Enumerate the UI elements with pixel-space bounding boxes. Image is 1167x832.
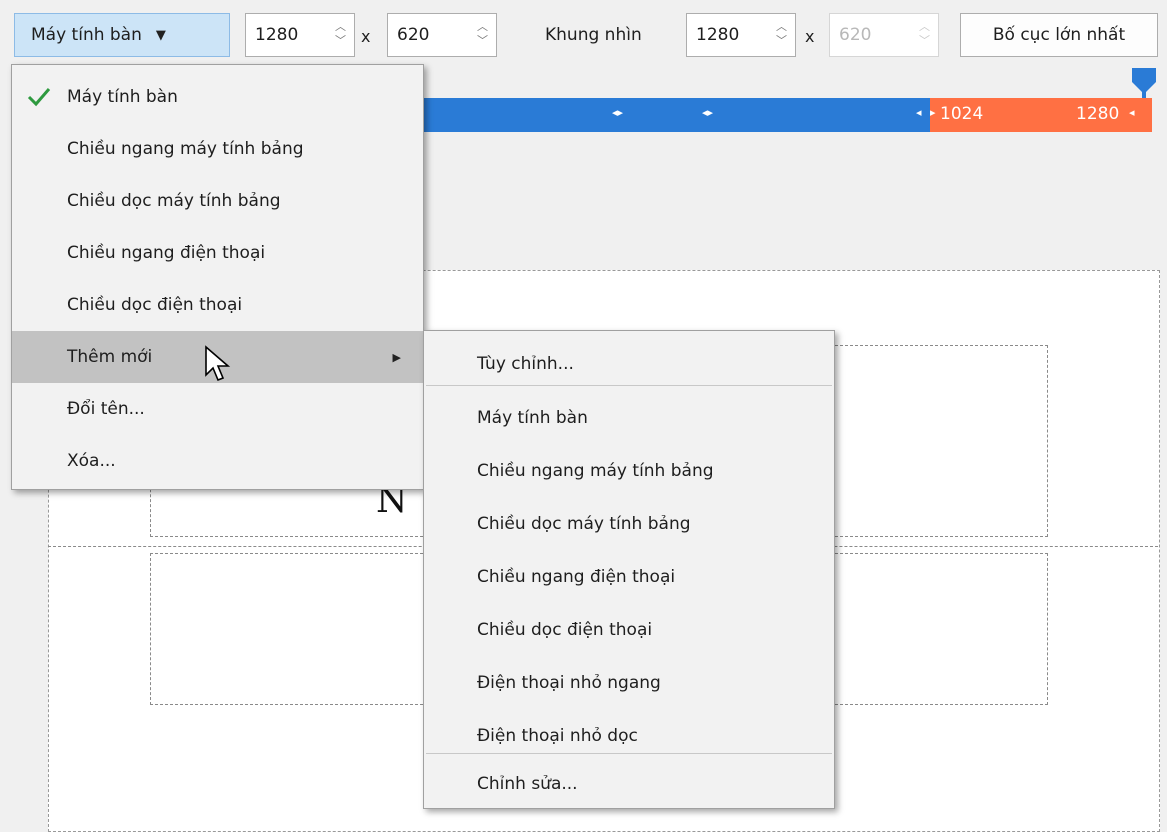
x-separator: x <box>805 27 815 46</box>
submenu-item-phone-portrait[interactable]: Chiều dọc điện thoại <box>424 603 834 656</box>
breakpoint-marker-icon[interactable]: ◂▸ <box>702 106 713 119</box>
spin-up-icon: ︿ <box>919 20 930 33</box>
viewport-handle-icon[interactable] <box>1130 68 1158 98</box>
width-value: 1280 <box>255 25 299 45</box>
device-preset-dropdown[interactable]: Máy tính bàn ▼ <box>14 13 230 57</box>
menu-item-label: Chiều ngang máy tính bảng <box>67 139 304 159</box>
spin-up-icon[interactable]: ︿ <box>477 20 488 34</box>
submenu-item-desktop[interactable]: Máy tính bàn <box>424 391 834 444</box>
menu-item-delete[interactable]: Xóa... <box>12 435 423 487</box>
spin-down-icon: ﹀ <box>919 34 930 47</box>
viewport-width-value: 1280 <box>696 25 740 45</box>
device-dropdown-label: Máy tính bàn <box>31 25 142 45</box>
largest-layout-label: Bố cục lớn nhất <box>992 25 1126 45</box>
submenu-item-small-phone-portrait[interactable]: Điện thoại nhỏ dọc <box>424 709 834 762</box>
breakpoint-end-label: 1280 <box>1076 104 1120 124</box>
largest-layout-button[interactable]: Bố cục lớn nhất <box>960 13 1158 57</box>
width-input[interactable]: 1280 ︿ ﹀ <box>245 13 355 57</box>
breakpoint-marker-icon[interactable]: ◂ <box>916 106 922 119</box>
menu-item-label: Máy tính bàn <box>67 87 178 107</box>
checkmark-icon <box>27 88 51 107</box>
width-spinner[interactable]: ︿ ﹀ <box>335 20 346 48</box>
submenu-item-label: Chiều dọc điện thoại <box>477 619 653 640</box>
menu-item-desktop[interactable]: Máy tính bàn <box>12 71 423 123</box>
breakpoint-ruler-desktop[interactable] <box>415 98 930 132</box>
menu-item-label: Thêm mới <box>67 347 153 367</box>
menu-item-phone-landscape[interactable]: Chiều ngang điện thoại <box>12 227 423 279</box>
breakpoint-marker-icon[interactable]: ◂▸ <box>612 106 623 119</box>
menu-item-tablet-portrait[interactable]: Chiều dọc máy tính bảng <box>12 175 423 227</box>
menu-separator <box>426 753 832 754</box>
menu-item-label: Chiều dọc máy tính bảng <box>67 191 281 211</box>
submenu-item-label: Chiều ngang máy tính bảng <box>477 460 714 481</box>
breakpoint-start-label: 1024 <box>940 104 984 124</box>
spin-down-icon[interactable]: ﹀ <box>335 34 346 48</box>
spin-up-icon[interactable]: ︿ <box>335 20 346 34</box>
viewport-width-input[interactable]: 1280 ︿ ﹀ <box>686 13 796 57</box>
menu-item-phone-portrait[interactable]: Chiều dọc điện thoại <box>12 279 423 331</box>
breakpoint-marker-icon[interactable]: ◂ <box>1129 106 1135 119</box>
submenu-item-label: Điện thoại nhỏ dọc <box>477 725 638 746</box>
spin-down-icon[interactable]: ﹀ <box>477 34 488 48</box>
height-value: 620 <box>397 25 430 45</box>
menu-separator <box>426 385 832 386</box>
breakpoint-ruler-range[interactable]: ▸ 1024 1280 ◂ <box>930 98 1152 132</box>
viewport-label: Khung nhìn <box>545 25 642 45</box>
submenu-item-label: Chiều dọc máy tính bảng <box>477 513 691 534</box>
device-preset-menu: Máy tính bàn Chiều ngang máy tính bảng C… <box>11 64 424 490</box>
menu-item-label: Đổi tên... <box>67 399 145 419</box>
viewport-height-spinner: ︿ ﹀ <box>919 20 930 48</box>
submenu-item-tablet-landscape[interactable]: Chiều ngang máy tính bảng <box>424 444 834 497</box>
submenu-item-label: Chỉnh sửa... <box>477 773 578 794</box>
menu-item-label: Chiều ngang điện thoại <box>67 243 266 263</box>
spin-down-icon[interactable]: ﹀ <box>776 34 787 48</box>
viewport-height-input: 620 ︿ ﹀ <box>829 13 939 57</box>
spin-up-icon[interactable]: ︿ <box>776 20 787 34</box>
menu-item-label: Xóa... <box>67 451 116 471</box>
add-new-submenu: Tùy chỉnh... Máy tính bàn Chiều ngang má… <box>423 330 835 809</box>
height-input[interactable]: 620 ︿ ﹀ <box>387 13 497 57</box>
breakpoint-marker-icon[interactable]: ▸ <box>930 106 936 119</box>
submenu-item-small-phone-landscape[interactable]: Điện thoại nhỏ ngang <box>424 656 834 709</box>
menu-item-label: Chiều dọc điện thoại <box>67 295 243 315</box>
viewport-height-value: 620 <box>839 25 872 45</box>
submenu-item-custom[interactable]: Tùy chỉnh... <box>424 337 834 390</box>
submenu-item-label: Máy tính bàn <box>477 407 588 428</box>
mouse-cursor-icon <box>205 345 231 382</box>
submenu-item-label: Chiều ngang điện thoại <box>477 566 676 587</box>
submenu-arrow-icon: ▶ <box>392 350 401 364</box>
viewport-width-spinner[interactable]: ︿ ﹀ <box>776 20 787 48</box>
menu-item-tablet-landscape[interactable]: Chiều ngang máy tính bảng <box>12 123 423 175</box>
caret-down-icon: ▼ <box>155 27 166 43</box>
height-spinner[interactable]: ︿ ﹀ <box>477 20 488 48</box>
submenu-item-label: Điện thoại nhỏ ngang <box>477 672 661 693</box>
submenu-item-tablet-portrait[interactable]: Chiều dọc máy tính bảng <box>424 497 834 550</box>
x-separator: x <box>361 27 371 46</box>
menu-item-rename[interactable]: Đổi tên... <box>12 383 423 435</box>
submenu-item-label: Tùy chỉnh... <box>477 353 574 374</box>
submenu-item-edit[interactable]: Chỉnh sửa... <box>424 757 834 810</box>
submenu-item-phone-landscape[interactable]: Chiều ngang điện thoại <box>424 550 834 603</box>
